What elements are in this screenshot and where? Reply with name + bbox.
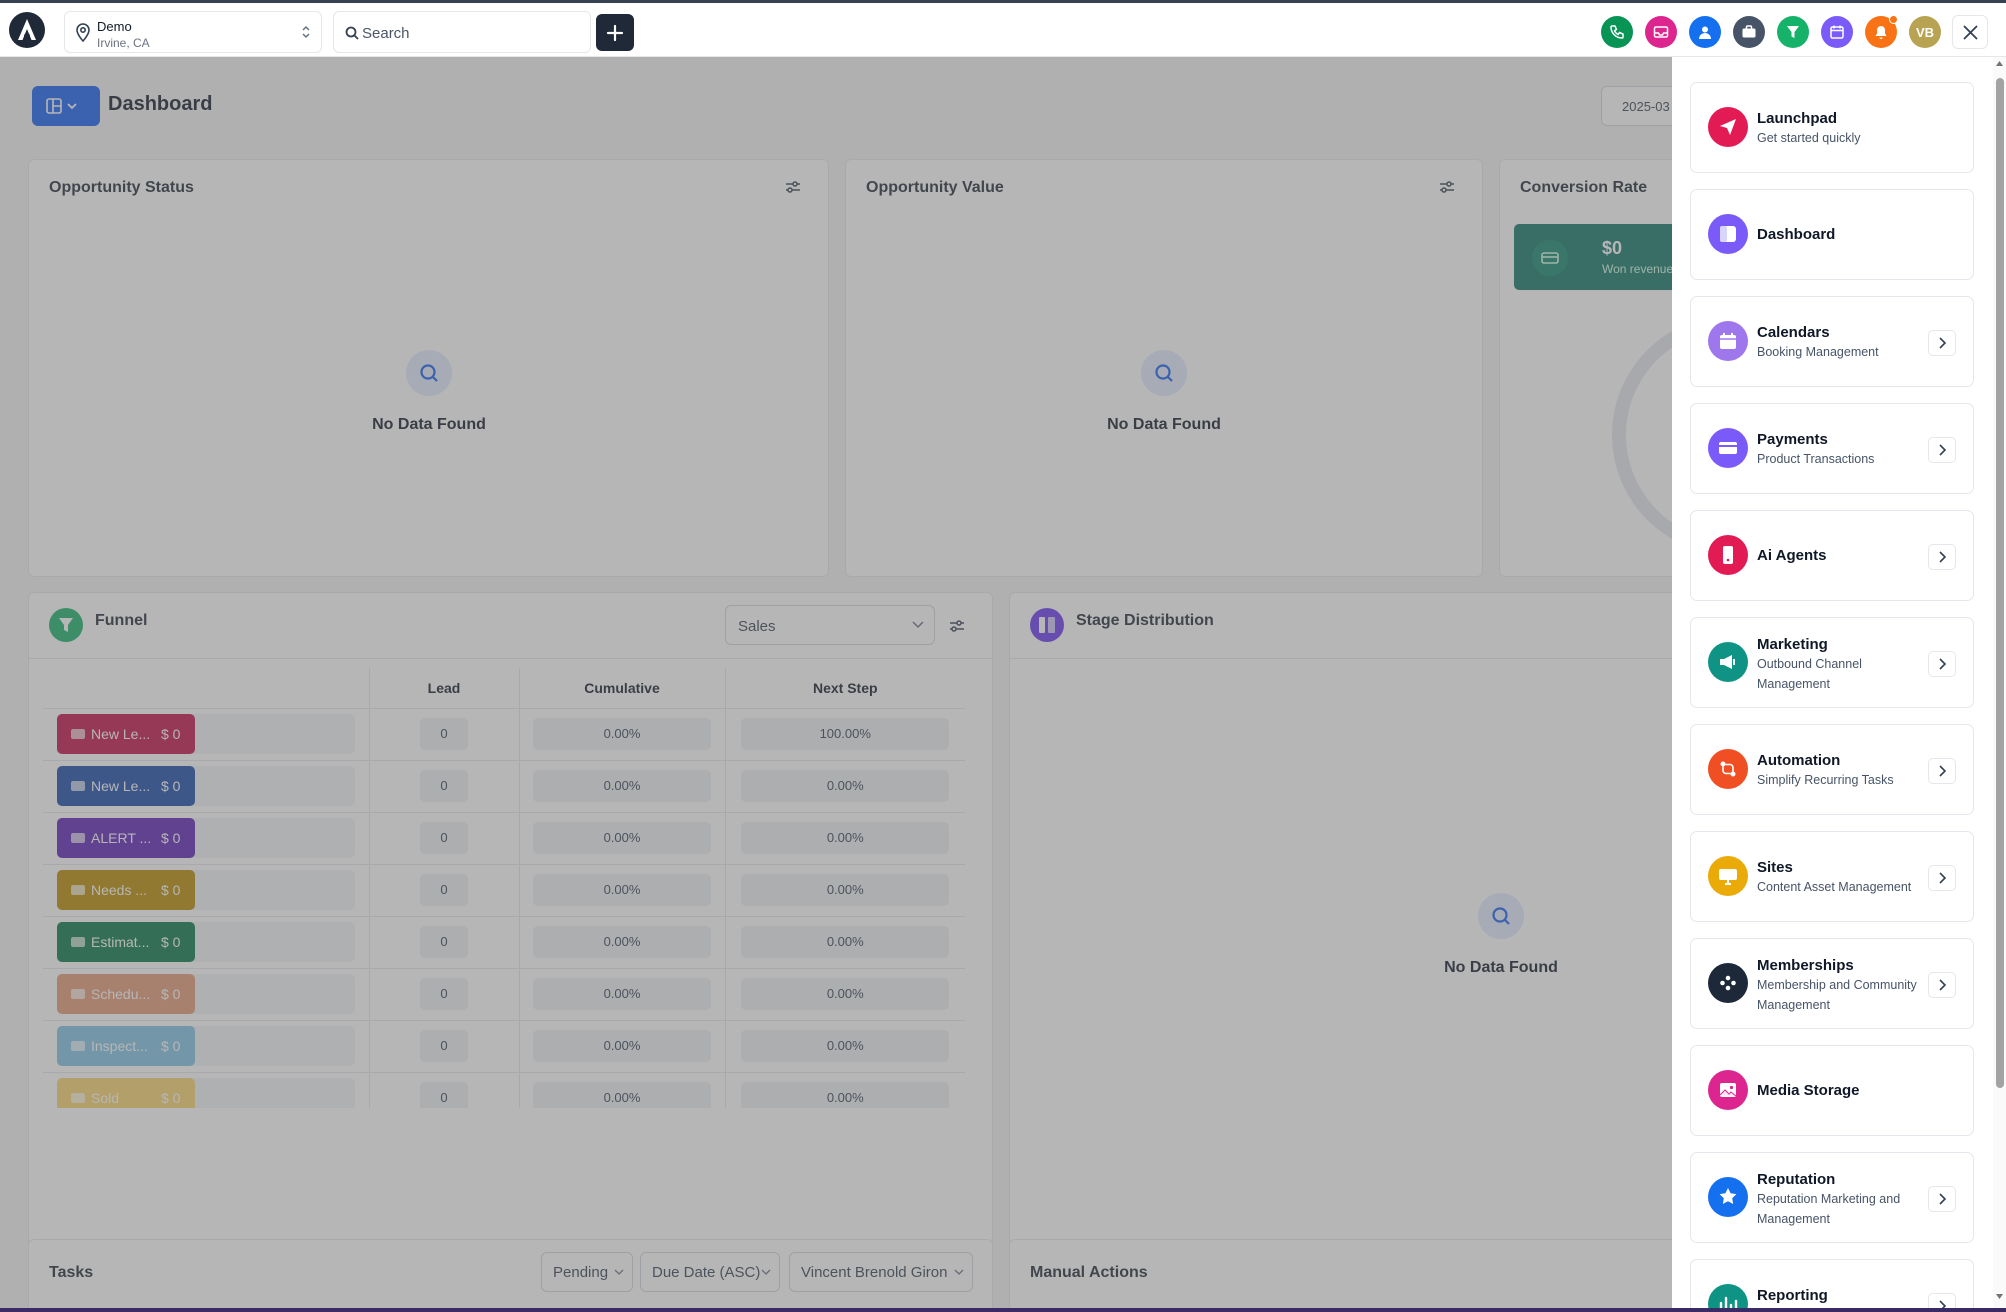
search-icon xyxy=(345,26,359,40)
quick-add-button[interactable] xyxy=(596,14,634,51)
app-subtitle: Membership and Community Management xyxy=(1757,978,1917,1012)
chevron-right-icon xyxy=(1939,979,1947,991)
expand-app-button[interactable] xyxy=(1928,1186,1956,1212)
notification-dot xyxy=(1889,15,1898,24)
monitor-icon xyxy=(1708,856,1748,896)
location-switcher[interactable]: Demo Irvine, CA xyxy=(64,11,322,53)
app-title: Automation xyxy=(1757,752,1841,769)
avatar-initials: VB xyxy=(1915,25,1935,40)
chevron-right-icon xyxy=(1939,444,1947,456)
app-title: Media Storage xyxy=(1757,1082,1860,1099)
app-subtitle: Reputation Marketing and Management xyxy=(1757,1192,1901,1226)
app-card-automation[interactable]: Automation Simplify Recurring Tasks xyxy=(1690,724,1974,815)
search-input[interactable] xyxy=(362,22,572,44)
app-card-launchpad[interactable]: Launchpad Get started quickly xyxy=(1690,82,1974,173)
app-title: Launchpad xyxy=(1757,110,1838,127)
contacts-icon xyxy=(1699,26,1711,39)
megaphone-icon xyxy=(1708,642,1748,682)
expand-app-button[interactable] xyxy=(1928,972,1956,998)
app-card-calendars[interactable]: Calendars Booking Management xyxy=(1690,296,1974,387)
app-card-ai-agents[interactable]: Ai Agents xyxy=(1690,510,1974,601)
expand-app-button[interactable] xyxy=(1928,651,1956,677)
plus-icon xyxy=(606,24,624,42)
location-address: Irvine, CA xyxy=(97,36,150,50)
app-subtitle: Content Asset Management xyxy=(1757,880,1912,894)
chevron-right-icon xyxy=(1939,658,1947,670)
expand-app-button[interactable] xyxy=(1928,437,1956,463)
card-icon xyxy=(1708,428,1748,468)
drawer-scrollbar[interactable] xyxy=(1993,57,2006,1312)
app-subtitle: Product Transactions xyxy=(1757,452,1875,466)
app-title: Dashboard xyxy=(1757,226,1836,243)
app-card-memberships[interactable]: Memberships Membership and Community Mana… xyxy=(1690,938,1974,1029)
briefcase-icon xyxy=(1742,25,1756,38)
send-icon xyxy=(1708,107,1748,147)
inbox-button[interactable] xyxy=(1645,16,1677,48)
funnel-icon xyxy=(1787,26,1799,38)
community-icon xyxy=(1708,963,1748,1003)
app-card-reputation[interactable]: Reputation Reputation Marketing and Manag… xyxy=(1690,1152,1974,1243)
image-icon xyxy=(1708,1070,1748,1110)
app-logo[interactable] xyxy=(9,12,45,48)
chevron-right-icon xyxy=(1939,551,1947,563)
close-drawer-button[interactable] xyxy=(1952,15,1988,49)
location-name: Demo xyxy=(97,19,132,34)
expand-app-button[interactable] xyxy=(1928,758,1956,784)
scroll-up-arrow-icon[interactable] xyxy=(1995,60,2004,67)
app-card-media-storage[interactable]: Media Storage xyxy=(1690,1045,1974,1136)
opportunities-button[interactable] xyxy=(1733,16,1765,48)
chevron-right-icon xyxy=(1939,337,1947,349)
app-title: Payments xyxy=(1757,431,1828,448)
expand-app-button[interactable] xyxy=(1928,865,1956,891)
dashboard-icon xyxy=(1708,214,1748,254)
funnels-button[interactable] xyxy=(1777,16,1809,48)
app-subtitle: Get started quickly xyxy=(1757,131,1861,145)
app-card-payments[interactable]: Payments Product Transactions xyxy=(1690,403,1974,494)
close-icon xyxy=(1963,25,1978,40)
app-drawer: Launchpad Get started quickly Dashboard Cal… xyxy=(1672,57,2006,1312)
app-subtitle: Outbound Channel Management xyxy=(1757,657,1862,691)
avatar[interactable]: VB xyxy=(1909,16,1941,48)
expand-app-button[interactable] xyxy=(1928,544,1956,570)
phone-device-icon xyxy=(1708,535,1748,575)
modal-overlay[interactable] xyxy=(0,57,1672,1312)
notifications-button[interactable] xyxy=(1865,15,1898,48)
scrollbar-thumb[interactable] xyxy=(1996,78,2004,1088)
global-search[interactable] xyxy=(333,11,591,53)
chevron-right-icon xyxy=(1939,1193,1947,1205)
app-subtitle: Booking Management xyxy=(1757,345,1879,359)
chevron-updown-icon xyxy=(302,25,310,39)
dashboard-main: Dashboard 2025-03 Opportunity Status No … xyxy=(0,57,1672,1312)
app-title: Reputation xyxy=(1757,1171,1836,1188)
inbox-icon xyxy=(1653,26,1669,38)
app-card-marketing[interactable]: Marketing Outbound Channel Management xyxy=(1690,617,1974,708)
phone-button[interactable] xyxy=(1601,16,1633,48)
app-title: Sites xyxy=(1757,859,1793,876)
top-bar: Demo Irvine, CA VB xyxy=(0,0,2006,57)
app-card-dashboard[interactable]: Dashboard xyxy=(1690,189,1974,280)
star-badge-icon xyxy=(1708,1177,1748,1217)
contacts-button[interactable] xyxy=(1689,16,1721,48)
app-title: Calendars xyxy=(1757,324,1830,341)
chevron-right-icon xyxy=(1939,765,1947,777)
calendar-icon xyxy=(1708,321,1748,361)
scroll-down-arrow-icon[interactable] xyxy=(1995,1293,2004,1300)
expand-app-button[interactable] xyxy=(1928,330,1956,356)
app-card-sites[interactable]: Sites Content Asset Management xyxy=(1690,831,1974,922)
calendar-button[interactable] xyxy=(1821,16,1853,48)
app-card-reporting[interactable]: ReportingAnalyze Marketing xyxy=(1690,1259,1974,1312)
workflow-icon xyxy=(1708,749,1748,789)
app-title: Memberships xyxy=(1757,957,1854,974)
app-subtitle: Simplify Recurring Tasks xyxy=(1757,773,1894,787)
chevron-right-icon xyxy=(1939,872,1947,884)
app-title: Reporting xyxy=(1757,1287,1828,1304)
window-bottom-edge xyxy=(0,1308,2006,1312)
app-title: Marketing xyxy=(1757,636,1828,653)
bell-icon xyxy=(1875,26,1887,39)
app-title: Ai Agents xyxy=(1757,547,1827,564)
calendar-icon xyxy=(1830,25,1844,39)
location-pin-icon xyxy=(76,23,90,43)
phone-icon xyxy=(1610,25,1624,39)
